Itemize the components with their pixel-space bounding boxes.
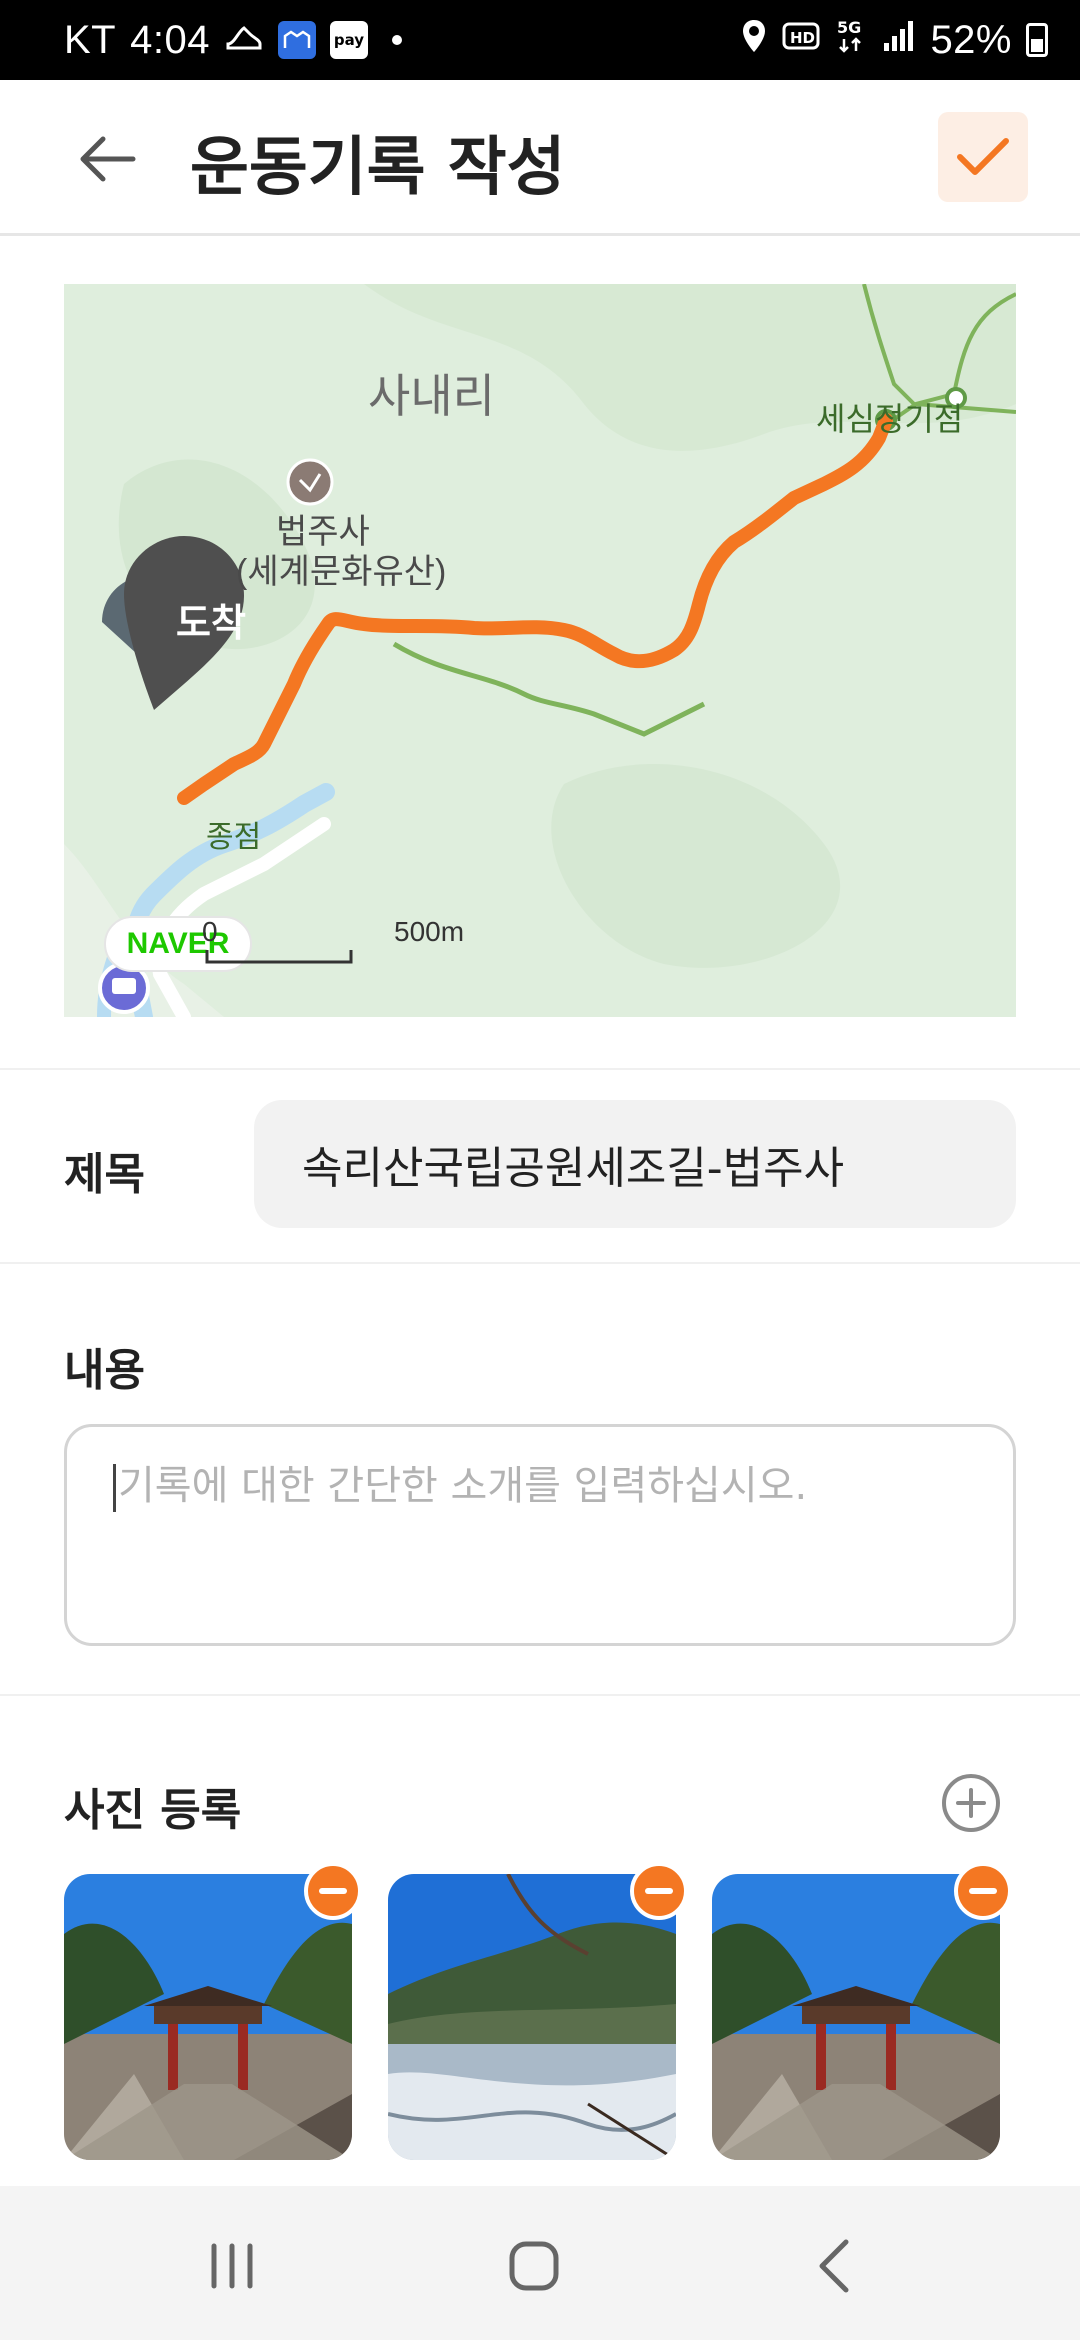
recent-apps-icon bbox=[211, 2243, 253, 2289]
content-placeholder: 기록에 대한 간단한 소개를 입력하십시오. bbox=[118, 1463, 808, 1509]
minus-icon bbox=[645, 1888, 673, 1894]
status-bar: KT 4:04 pay HD 5G 52% bbox=[0, 0, 1080, 80]
scale-end-label: 500m bbox=[394, 916, 465, 947]
remove-photo-button[interactable] bbox=[304, 1862, 362, 1920]
minus-icon bbox=[969, 1888, 997, 1894]
divider bbox=[0, 1068, 1080, 1070]
notification-dot bbox=[391, 35, 402, 45]
add-photo-button[interactable] bbox=[942, 1774, 1000, 1832]
route-map[interactable]: 사내리 법주사 (세계문화유산) 세심정기점 종점 도착 NAVER 0 500… bbox=[64, 284, 1016, 1017]
svg-text:5G: 5G bbox=[837, 18, 861, 37]
frozen-river-photo bbox=[388, 1874, 676, 2160]
confirm-button[interactable] bbox=[938, 112, 1028, 202]
content-textarea[interactable]: 기록에 대한 간단한 소개를 입력하십시오. bbox=[64, 1424, 1016, 1646]
clock: 4:04 bbox=[130, 17, 210, 62]
app-header: 운동기록 작성 bbox=[0, 80, 1080, 236]
map-label-temple-sub: (세계문화유산) bbox=[236, 553, 447, 591]
arrow-left-icon bbox=[80, 136, 136, 182]
system-nav-bar bbox=[0, 2186, 1080, 2340]
5g-icon: 5G bbox=[834, 17, 868, 64]
photos-label: 사진 등록 bbox=[64, 1785, 242, 1836]
battery-icon bbox=[1026, 23, 1048, 57]
minus-icon bbox=[319, 1888, 347, 1894]
scale-start-label: 0 bbox=[202, 916, 218, 947]
plus-icon bbox=[956, 1788, 986, 1818]
content-label: 내용 bbox=[64, 1345, 145, 1396]
title-input[interactable]: 속리산국립공원세조길-법주사 bbox=[254, 1100, 1016, 1228]
back-button[interactable] bbox=[72, 124, 142, 194]
signal-icon bbox=[882, 18, 916, 62]
arrival-marker-label: 도착 bbox=[176, 603, 246, 645]
remove-photo-button[interactable] bbox=[954, 1862, 1012, 1920]
photo-thumbnail[interactable] bbox=[64, 1874, 352, 2160]
map-app-icon bbox=[277, 21, 316, 59]
text-caret bbox=[113, 1464, 116, 1512]
home-icon bbox=[509, 2241, 559, 2291]
scale-bar bbox=[205, 950, 353, 964]
temple-gate-photo bbox=[64, 1874, 352, 2160]
title-label: 제목 bbox=[64, 1149, 145, 1200]
divider bbox=[0, 1262, 1080, 1264]
pay-app-icon: pay bbox=[329, 21, 368, 59]
map-label-stop: 종점 bbox=[206, 821, 262, 854]
hd-voice-icon: HD bbox=[782, 18, 820, 62]
temple-gate-photo bbox=[712, 1874, 1000, 2160]
divider bbox=[0, 1694, 1080, 1696]
photo-thumbnail[interactable] bbox=[712, 1874, 1000, 2160]
battery-percent: 52% bbox=[930, 17, 1012, 62]
running-shoe-icon bbox=[224, 18, 264, 63]
chevron-left-icon bbox=[819, 2239, 849, 2293]
photo-thumbnail[interactable] bbox=[388, 1874, 676, 2160]
location-icon bbox=[740, 18, 768, 63]
remove-photo-button[interactable] bbox=[630, 1862, 688, 1920]
nav-back-button[interactable] bbox=[776, 2216, 896, 2316]
carrier-label: KT bbox=[64, 17, 117, 62]
map-label-checkpoint: 세심정기점 bbox=[816, 401, 964, 437]
page-title: 운동기록 작성 bbox=[190, 131, 566, 205]
svg-text:HD: HD bbox=[790, 29, 815, 47]
recent-apps-button[interactable] bbox=[172, 2216, 292, 2316]
checkmark-icon bbox=[957, 138, 1009, 175]
home-button[interactable] bbox=[474, 2216, 594, 2316]
map-label-village: 사내리 bbox=[368, 370, 495, 422]
